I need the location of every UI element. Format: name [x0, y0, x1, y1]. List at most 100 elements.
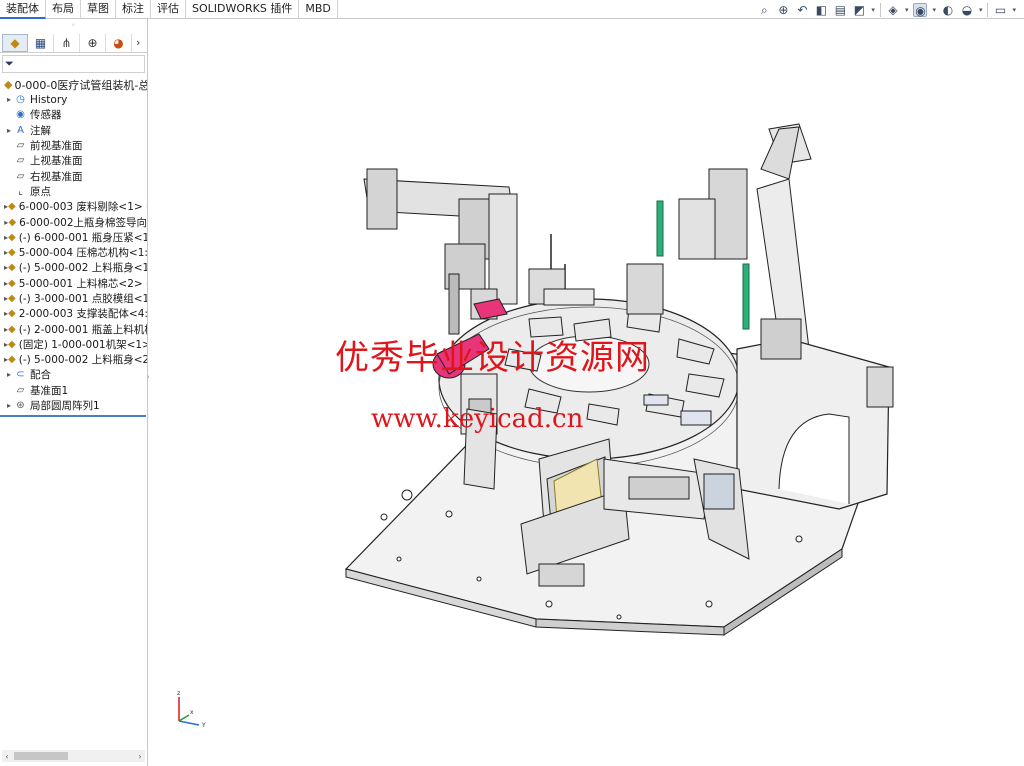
rollback-bar[interactable]: [0, 415, 146, 418]
scroll-right-icon[interactable]: ›: [135, 752, 145, 761]
previous-view-icon[interactable]: ↶: [795, 3, 809, 17]
zoom-to-fit-icon[interactable]: ⌕: [757, 3, 771, 17]
tree-filter[interactable]: ⏷: [2, 55, 145, 73]
subassembly-icon: ◆: [8, 308, 16, 320]
toolbar-separator: [879, 3, 881, 17]
tree-node[interactable]: ▸ ◆ 2-000-003 支撑装配体<4:: [0, 306, 147, 321]
tree-node[interactable]: ▱ 右视基准面: [0, 168, 147, 183]
scene-dropdown-icon[interactable]: ▾: [979, 6, 983, 14]
tree-node-label: 局部圆周阵列1: [30, 400, 100, 413]
tree-node[interactable]: ▸ ◆ 6-000-003 废料剔除<1> (: [0, 199, 147, 214]
subassembly-icon: ◆: [8, 247, 16, 259]
view-settings-icon[interactable]: ▭: [993, 3, 1007, 17]
tree-node[interactable]: ▸ ◆ (固定) 1-000-001机架<1>: [0, 337, 147, 352]
dimxpert-tab-icon[interactable]: ⊕: [80, 33, 106, 52]
plane-icon: ▱: [16, 155, 25, 167]
origin-icon: ⌞: [18, 185, 23, 197]
tree-node-label: 6-000-002上瓶身棉签导向: [19, 216, 147, 229]
tab-3[interactable]: 标注: [116, 0, 151, 19]
graphics-area[interactable]: 优秀毕业设计资源网 www.keyicad.cn z Y x: [149, 19, 1024, 766]
assembly-model[interactable]: [149, 19, 1024, 766]
triad-x-label: x: [190, 709, 194, 716]
tree-node[interactable]: ▸ ◆ (-) 3-000-001 点胶模组<1: [0, 291, 147, 306]
tree-node-label: 5-000-001 上料棉芯<2> (: [18, 277, 147, 290]
subassembly-icon: ◆: [8, 323, 16, 335]
tree-node[interactable]: ▸ ◆ (-) 5-000-002 上料瓶身<1: [0, 260, 147, 275]
configuration-manager-tab-icon[interactable]: ⋔: [54, 33, 80, 52]
triad-y-label: Y: [201, 722, 206, 729]
tree-node[interactable]: ▸ ◆ 5-000-004 压棉芯机构<1:: [0, 245, 147, 260]
tree-node[interactable]: ▱ 前视基准面: [0, 138, 147, 153]
coordinate-triad: z Y x: [177, 690, 206, 729]
annotation-folder-icon: A: [17, 124, 24, 136]
tab-6[interactable]: MBD: [299, 0, 338, 19]
edit-appearance-icon[interactable]: ◐: [941, 3, 955, 17]
subassembly-icon: ◆: [8, 216, 17, 228]
tree-node-label: (-) 2-000-001 瓶盖上料机构: [18, 323, 147, 336]
solidworks-window: 装配体 布局 草图 标注 评估 SOLIDWORKS 插件 MBD ⌕ ⊕ ↶ ◧ ▤ ◩ …: [0, 0, 1024, 766]
subassembly-icon: ◆: [8, 338, 16, 350]
tree-node[interactable]: ▸ ⊂ 配合: [0, 367, 147, 382]
tree-node-label: (-) 3-000-001 点胶模组<1: [18, 293, 147, 305]
tree-node[interactable]: ◉ 传感器: [0, 107, 147, 122]
zoom-area-icon[interactable]: ⊕: [776, 3, 790, 17]
tree-node-label: 6-000-003 废料剔除<1> (: [18, 201, 147, 214]
tree-root[interactable]: ◆ 0-000-0医疗试管组装机-总图: [0, 77, 147, 92]
expand-arrow-icon[interactable]: ▸: [4, 401, 14, 410]
expand-arrow-icon[interactable]: ▸: [4, 95, 14, 104]
feature-manager-panel: ◦ ◆ ▦ ⋔ ⊕ ◕ › ⏷ ◆ 0-000-0医疗试管组装机-总图 ▸ ◷ Hi…: [0, 19, 148, 766]
apply-scene-icon[interactable]: ◒: [960, 3, 974, 17]
feature-manager-tab-icon[interactable]: ◆: [2, 33, 28, 52]
tree-node[interactable]: ▸ ◆ 5-000-001 上料棉芯<2> (: [0, 276, 147, 291]
scroll-left-icon[interactable]: ‹: [2, 752, 12, 761]
history-folder-icon: ◷: [16, 94, 25, 106]
subassembly-icon: ◆: [8, 354, 16, 366]
display-style-icon[interactable]: ◈: [886, 3, 900, 17]
tree-node[interactable]: ▸ ⊛ 局部圆周阵列1: [0, 398, 147, 413]
tree-node[interactable]: ▸ ◆ (-) 2-000-001 瓶盖上料机构: [0, 321, 147, 336]
expand-arrow-icon[interactable]: ▸: [4, 370, 14, 379]
tree-node-label: 原点: [30, 185, 51, 198]
tree-node[interactable]: ▸ ◆ 6-000-002上瓶身棉签导向: [0, 214, 147, 229]
triad-z-label: z: [177, 690, 180, 697]
plane-icon: ▱: [16, 140, 25, 152]
hide-show-dropdown-icon[interactable]: ▾: [932, 6, 936, 14]
tree-node-label: (-) 5-000-002 上料瓶身<1: [18, 262, 147, 275]
tree-node[interactable]: ▸ ◷ History: [0, 92, 147, 107]
display-style-dropdown-icon[interactable]: ▾: [905, 6, 909, 14]
tab-4[interactable]: 评估: [151, 0, 186, 19]
tree-node[interactable]: ▸ ◆ (-) 5-000-002 上料瓶身<2: [0, 352, 147, 367]
section-view-icon[interactable]: ◧: [814, 3, 828, 17]
sensor-folder-icon: ◉: [16, 109, 25, 121]
tab-5[interactable]: SOLIDWORKS 插件: [186, 0, 300, 19]
hide-show-icon[interactable]: ◉: [913, 3, 928, 18]
view-orientation-icon[interactable]: ◩: [852, 3, 866, 17]
expand-arrow-icon[interactable]: ▸: [4, 126, 14, 135]
subassembly-icon: ◆: [8, 293, 16, 304]
dynamic-annotation-icon[interactable]: ▤: [833, 3, 847, 17]
tree-node[interactable]: ▸ A 注解: [0, 123, 147, 138]
view-orientation-dropdown-icon[interactable]: ▾: [871, 6, 875, 14]
subassembly-icon: ◆: [8, 262, 16, 274]
more-tabs-chevron-icon[interactable]: ›: [136, 36, 140, 49]
tab-1[interactable]: 布局: [46, 0, 81, 19]
horizontal-scrollbar[interactable]: ‹ ›: [2, 750, 145, 762]
view-settings-dropdown-icon[interactable]: ▾: [1012, 6, 1016, 14]
tree-node[interactable]: ⌞ 原点: [0, 184, 147, 199]
triad-y-axis: [178, 720, 200, 726]
tab-2[interactable]: 草图: [81, 0, 116, 19]
tree-node[interactable]: ▱ 上视基准面: [0, 153, 147, 168]
sensor-rods: [528, 234, 595, 306]
scroll-thumb[interactable]: [14, 752, 68, 760]
filter-icon[interactable]: ⏷: [5, 57, 14, 71]
display-manager-tab-icon[interactable]: ◕: [106, 33, 132, 52]
watermark-title: 优秀毕业设计资源网: [335, 338, 650, 378]
tab-0[interactable]: 装配体: [0, 0, 46, 19]
tree-node[interactable]: ▸ ◆ (-) 6-000-001 瓶身压紧<1: [0, 230, 147, 245]
heads-up-view-toolbar: ⌕ ⊕ ↶ ◧ ▤ ◩ ▾ ◈ ▾ ◉ ▾ ◐ ◒ ▾ ▭ ▾: [757, 1, 1016, 19]
tree-node-label: 注解: [30, 124, 51, 137]
property-manager-tab-icon[interactable]: ▦: [28, 33, 54, 52]
tree-node-label: 配合: [30, 369, 51, 382]
tree-node[interactable]: ▱ 基准面1: [0, 383, 147, 398]
panel-grip-icon[interactable]: ◦: [0, 19, 147, 33]
